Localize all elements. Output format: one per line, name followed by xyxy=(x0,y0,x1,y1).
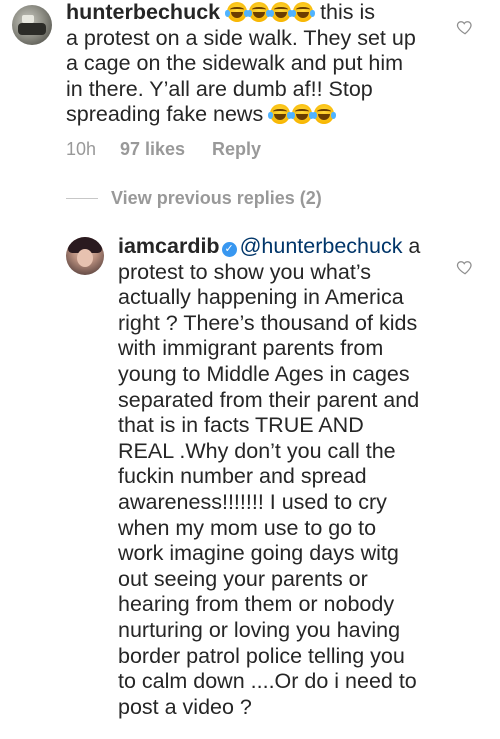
avatar-hunterbechuck[interactable] xyxy=(12,5,52,45)
reply-username[interactable]: iamcardib xyxy=(118,234,220,258)
avatar-image-part xyxy=(22,15,34,23)
reply-text: a protest to show you what’s actually ha… xyxy=(118,234,421,719)
face-with-tears-of-joy-icon xyxy=(268,104,293,125)
reply-body: iamcardib ✓ @hunterbechuck a protest to sh… xyxy=(118,234,454,720)
face-with-tears-of-joy-icon xyxy=(247,2,272,22)
comment-timestamp: 10h xyxy=(66,139,97,159)
avatar-image-part xyxy=(77,249,93,267)
face-with-tears-of-joy-icon xyxy=(225,2,250,22)
face-with-tears-of-joy-icon xyxy=(269,2,294,22)
avatar-image-part xyxy=(18,23,46,35)
view-previous-replies-label: View previous replies (2) xyxy=(111,188,322,208)
view-previous-replies-button[interactable]: View previous replies (2) xyxy=(66,188,322,209)
face-with-tears-of-joy-icon xyxy=(291,2,316,22)
verified-badge-icon: ✓ xyxy=(221,242,237,257)
face-with-tears-of-joy-icon xyxy=(312,104,337,125)
like-heart-icon[interactable] xyxy=(456,18,474,36)
reply-mention-link[interactable]: @hunterbechuck xyxy=(240,234,403,258)
avatar-iamcardib[interactable] xyxy=(66,237,104,275)
like-heart-icon[interactable] xyxy=(456,258,474,276)
comment-likes-link[interactable]: 97 likes xyxy=(120,139,212,160)
divider-line xyxy=(66,198,98,199)
face-with-tears-of-joy-icon xyxy=(290,104,315,125)
comment-body: hunterbechuck this is a protest on a sid… xyxy=(66,0,456,128)
comment-meta: 10h 97 likes Reply xyxy=(66,139,261,160)
reply-button[interactable]: Reply xyxy=(212,139,261,160)
comment-username[interactable]: hunterbechuck xyxy=(66,0,220,24)
